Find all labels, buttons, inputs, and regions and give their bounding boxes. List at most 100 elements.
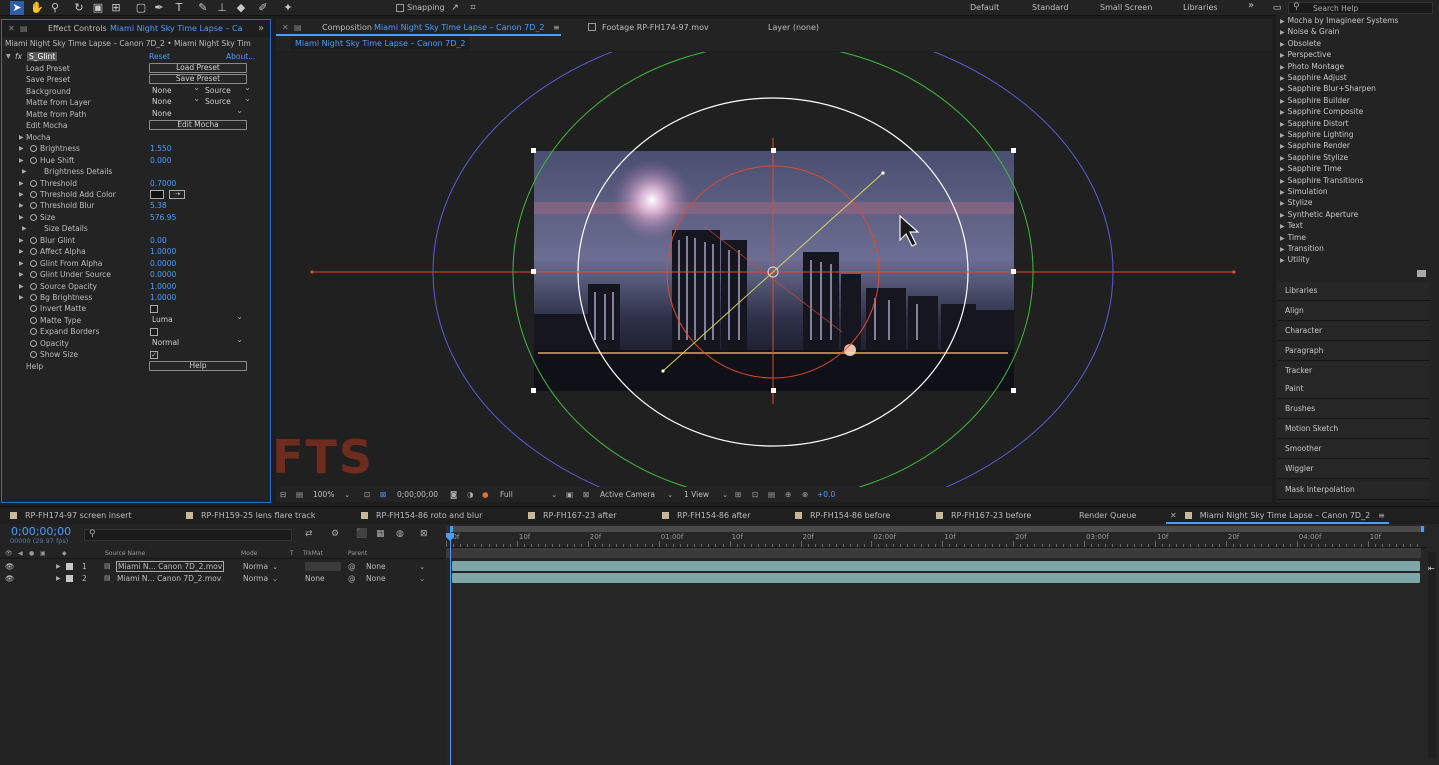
effects-category-sapphire-stylize[interactable]: ▶ Sapphire Stylize xyxy=(1280,153,1348,162)
expand-triangle-icon[interactable]: ▶ xyxy=(19,178,24,189)
pen-tool-icon[interactable]: ✒ xyxy=(152,1,166,15)
effects-category-time[interactable]: ▶ Time xyxy=(1280,233,1306,242)
stopwatch-icon[interactable] xyxy=(30,351,37,359)
property-value[interactable]: 1.550 xyxy=(150,143,171,154)
stopwatch-icon[interactable] xyxy=(30,156,37,164)
graph-editor-icon[interactable]: ⊠ xyxy=(420,529,428,539)
exposure-icon[interactable]: ⊗ xyxy=(802,487,808,502)
zoom-dropdown[interactable]: 100% xyxy=(313,487,334,502)
footage-tab[interactable]: Footage RP-FH174-97.mov xyxy=(588,19,709,36)
property-dropdown[interactable]: Luma xyxy=(152,312,245,325)
stopwatch-icon[interactable] xyxy=(30,294,37,301)
panel-character[interactable]: Character xyxy=(1278,322,1430,341)
property-value[interactable]: 5.38 xyxy=(150,200,167,211)
effect-name[interactable]: S_Glint xyxy=(27,52,58,61)
expand-triangle-icon[interactable]: ▶ xyxy=(1280,41,1285,48)
composition-subtab[interactable]: Miami Night Sky Time Lapse – Canon 7D_2 xyxy=(290,38,471,50)
audio-column-icon[interactable]: ◀ xyxy=(18,549,23,559)
expand-triangle-icon[interactable]: ▶ xyxy=(1280,257,1285,264)
effects-category-sapphire-blur-sharpen[interactable]: ▶ Sapphire Blur+Sharpen xyxy=(1280,84,1376,93)
brush-tool-icon[interactable]: ✎ xyxy=(196,1,210,15)
type-tool-icon[interactable]: T xyxy=(172,1,186,15)
timeline-tab-4[interactable]: RP-FH154-86 after xyxy=(662,507,751,525)
expand-triangle-icon[interactable]: ▶ xyxy=(19,143,24,154)
stopwatch-icon[interactable] xyxy=(30,190,37,198)
pick-whip-icon[interactable]: @ xyxy=(348,573,356,584)
property-value[interactable]: 0.000 xyxy=(150,155,171,166)
stopwatch-icon[interactable] xyxy=(30,328,37,336)
expand-triangle-icon[interactable]: ▶ xyxy=(19,281,24,292)
property-dropdown[interactable]: None xyxy=(152,106,245,119)
frame-blending-icon[interactable]: ▦ xyxy=(376,529,385,539)
show-snapshot-icon[interactable]: ◑ xyxy=(467,487,474,502)
timeline-toggle-icon[interactable]: ▤ xyxy=(768,487,775,502)
flowchart-icon[interactable]: ⊕ xyxy=(785,487,791,502)
layer-2-bar[interactable] xyxy=(452,573,1420,583)
color-swatch[interactable] xyxy=(150,189,164,199)
expand-icon[interactable]: ⇤ xyxy=(1428,564,1435,573)
layer-name[interactable]: Miami N... Canon 7D_2.mov xyxy=(116,573,222,584)
expand-triangle-icon[interactable]: ▶ xyxy=(1280,18,1285,25)
property-value[interactable]: 1.0000 xyxy=(150,246,176,257)
property-value[interactable]: 1.0000 xyxy=(150,281,176,292)
effects-category-sapphire-render[interactable]: ▶ Sapphire Render xyxy=(1280,141,1350,150)
expand-triangle-icon[interactable]: ▶ xyxy=(1280,200,1285,207)
stopwatch-icon[interactable] xyxy=(30,271,37,279)
lock-icon[interactable]: ▤ xyxy=(294,19,302,36)
exposure-value[interactable]: +0.0 xyxy=(817,487,835,502)
effects-category-utility[interactable]: ▶ Utility xyxy=(1280,255,1310,264)
workspace-default[interactable]: Default xyxy=(970,3,999,12)
panel-overflow-icon[interactable]: » xyxy=(258,20,264,37)
expand-triangle-icon[interactable]: ▶ xyxy=(1280,121,1285,128)
property-checkbox[interactable]: ✓ xyxy=(150,351,158,360)
property-value[interactable]: 0.00 xyxy=(150,235,167,246)
composition-tab[interactable]: ✕ ▤ Composition Miami Night Sky Time Lap… xyxy=(276,19,561,36)
effects-category-text[interactable]: ▶ Text xyxy=(1280,221,1303,230)
property-dropdown[interactable]: None xyxy=(152,94,202,107)
source-name-header[interactable]: Source Name xyxy=(105,549,145,559)
hand-tool-icon[interactable]: ✋ xyxy=(30,1,44,15)
view-layout-dropdown[interactable]: 1 View xyxy=(684,487,709,502)
expand-triangle-icon[interactable]: ▶ xyxy=(56,561,61,572)
puppet-tool-icon[interactable]: ✦ xyxy=(281,1,295,15)
expand-triangle-icon[interactable]: ▶ xyxy=(1280,98,1285,105)
rotate-tool-icon[interactable]: ↻ xyxy=(72,1,86,15)
expand-triangle-icon[interactable]: ▶ xyxy=(19,246,24,257)
workspace-small-screen[interactable]: Small Screen xyxy=(1100,3,1152,12)
resolution-dropdown[interactable]: Full xyxy=(500,487,513,502)
snapshot-icon[interactable]: ◙ xyxy=(450,487,457,502)
expand-triangle-icon[interactable]: ▶ xyxy=(1280,52,1285,59)
effects-category-sapphire-adjust[interactable]: ▶ Sapphire Adjust xyxy=(1280,73,1347,82)
stopwatch-icon[interactable] xyxy=(30,145,37,153)
color-channel-icon[interactable]: ● xyxy=(482,487,489,502)
current-time-indicator[interactable] xyxy=(450,532,451,765)
shape-tool-icon[interactable]: ▢ xyxy=(134,1,148,15)
visibility-eye-icon[interactable]: 👁 xyxy=(5,561,15,572)
stopwatch-icon[interactable] xyxy=(30,248,37,256)
effects-category-noise-grain[interactable]: ▶ Noise & Grain xyxy=(1280,27,1339,36)
property-value[interactable]: 0.0000 xyxy=(150,269,176,280)
panel-align[interactable]: Align xyxy=(1278,302,1430,321)
stopwatch-icon[interactable] xyxy=(30,202,37,210)
parent-dropdown[interactable]: None xyxy=(366,561,426,572)
property-value[interactable]: 0.0000 xyxy=(150,258,176,269)
camera-dropdown[interactable]: Active Camera xyxy=(600,487,655,502)
expand-triangle-icon[interactable]: ▶ xyxy=(1280,178,1285,185)
panel-mask-interpolation[interactable]: Mask Interpolation xyxy=(1278,481,1430,500)
parent-header[interactable]: Parent xyxy=(348,549,367,559)
workspace-libraries[interactable]: Libraries xyxy=(1183,3,1218,12)
timeline-tab-1[interactable]: RP-FH159-25 lens flare track xyxy=(186,507,315,525)
sync-icon[interactable]: ▭ xyxy=(1270,1,1284,15)
source-dropdown[interactable]: Source xyxy=(205,94,253,107)
panel-tracker[interactable]: Tracker xyxy=(1278,362,1430,381)
menu-icon[interactable]: ≡ xyxy=(553,19,560,36)
timeline-tab-0[interactable]: RP-FH174-97 screen insert xyxy=(10,507,132,525)
expand-triangle-icon[interactable]: ▶ xyxy=(19,132,24,143)
expand-triangle-icon[interactable]: ▶ xyxy=(1280,223,1285,230)
panel-wiggler[interactable]: Wiggler xyxy=(1278,460,1430,479)
snapping-checkbox[interactable] xyxy=(396,4,404,12)
effects-category-stylize[interactable]: ▶ Stylize xyxy=(1280,198,1312,207)
viewer-timecode[interactable]: 0;00;00;00 xyxy=(397,487,438,502)
region-icon[interactable]: ⊡ xyxy=(364,487,370,502)
label-color-icon[interactable] xyxy=(66,575,73,582)
